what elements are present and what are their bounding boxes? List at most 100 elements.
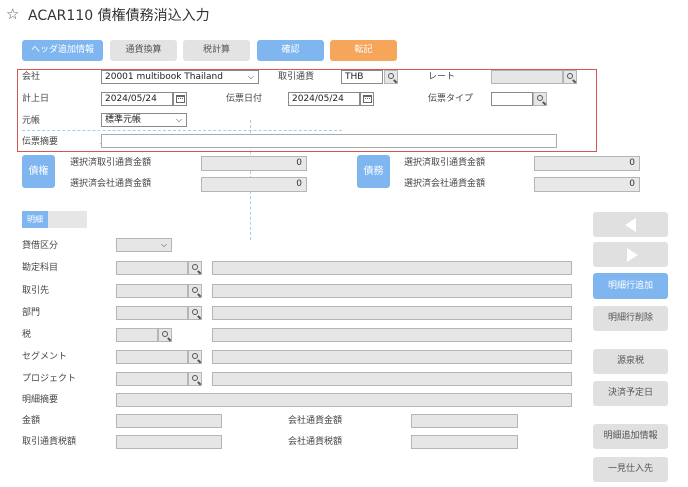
project-search-button[interactable] <box>188 372 202 386</box>
payable-badge: 債務 <box>357 155 390 188</box>
tax-name-input <box>212 328 572 342</box>
receivable-sel-company-value: 0 <box>201 177 307 192</box>
bulk-vendor-button[interactable]: 一見仕入先 <box>593 457 668 482</box>
txn-tax-amount-label: 取引通貨税額 <box>22 437 77 447</box>
slip-date-label: 伝票日付 <box>226 94 263 104</box>
project-name-input <box>212 372 572 386</box>
search-icon <box>192 287 198 293</box>
account-name-input <box>212 261 572 275</box>
line-memo-input <box>116 393 572 407</box>
slip-memo-input[interactable] <box>101 134 557 148</box>
receivable-sel-txn-value: 0 <box>201 156 307 171</box>
partner-name-input <box>212 284 572 298</box>
search-icon <box>567 73 573 79</box>
tax-calc-button[interactable]: 税計算 <box>183 40 250 61</box>
next-line-button[interactable] <box>593 242 668 267</box>
department-search-button[interactable] <box>188 306 202 320</box>
tab-detail-spacer <box>48 211 87 228</box>
debit-credit-label: 貸借区分 <box>22 241 59 251</box>
ledger-label: 元帳 <box>22 116 41 126</box>
posting-date-picker-button[interactable] <box>173 92 187 106</box>
project-code-input <box>116 372 188 386</box>
project-label: プロジェクト <box>22 374 77 384</box>
prev-line-button[interactable] <box>593 212 668 237</box>
payable-sel-txn-value: 0 <box>534 156 640 171</box>
ledger-select[interactable]: 標準元帳 ⌵ <box>101 113 187 127</box>
payable-sel-company-label: 選択済会社通貨金額 <box>404 179 486 189</box>
calendar-icon <box>176 95 185 103</box>
search-icon <box>537 95 543 101</box>
txn-currency-search-button[interactable] <box>384 70 398 84</box>
posting-date-label: 計上日 <box>22 94 50 104</box>
partner-search-button[interactable] <box>188 284 202 298</box>
search-icon <box>162 331 168 337</box>
posting-date-input[interactable]: 2024/05/24 <box>101 92 173 106</box>
calendar-icon <box>363 95 372 103</box>
company-currency-amount-input <box>411 414 518 428</box>
account-search-button[interactable] <box>188 261 202 275</box>
search-icon <box>192 264 198 270</box>
company-currency-amount-label: 会社通貨金額 <box>288 416 343 426</box>
page-title: ACAR110 債権債務消込入力 <box>28 8 210 24</box>
slip-date-input[interactable]: 2024/05/24 <box>288 92 360 106</box>
line-memo-label: 明細摘要 <box>22 395 59 405</box>
receivable-sel-txn-label: 選択済取引通貨金額 <box>70 158 152 168</box>
slip-type-label: 伝票タイプ <box>428 94 474 104</box>
ledger-select-value: 標準元帳 <box>105 115 142 125</box>
payable-sel-txn-label: 選択済取引通貨金額 <box>404 158 486 168</box>
tax-label: 税 <box>22 330 32 340</box>
txn-tax-amount-input <box>116 435 222 449</box>
department-name-input <box>212 306 572 320</box>
slip-memo-label: 伝票摘要 <box>22 137 59 147</box>
rate-input <box>491 70 563 84</box>
header-info-button[interactable]: ヘッダ追加情報 <box>22 40 103 61</box>
company-label: 会社 <box>22 72 41 82</box>
txn-currency-label: 取引通貨 <box>278 72 315 82</box>
slip-date-picker-button[interactable] <box>360 92 374 106</box>
account-code-input <box>116 261 188 275</box>
tax-search-button[interactable] <box>158 328 172 342</box>
segment-search-button[interactable] <box>188 350 202 364</box>
company-select-value: 20001 multibook Thailand <box>105 72 223 82</box>
search-icon <box>388 73 394 79</box>
currency-convert-button[interactable]: 通貨換算 <box>110 40 177 61</box>
confirm-button[interactable]: 確認 <box>257 40 324 61</box>
search-icon <box>192 375 198 381</box>
segment-label: セグメント <box>22 352 68 362</box>
tab-detail[interactable]: 明細 <box>22 211 48 228</box>
department-code-input <box>116 306 188 320</box>
debit-credit-select[interactable]: ⌵ <box>116 238 172 252</box>
line-info-button[interactable]: 明細追加情報 <box>593 424 668 449</box>
company-currency-tax-label: 会社通貨税額 <box>288 437 343 447</box>
add-line-button[interactable]: 明細行追加 <box>593 273 668 299</box>
arrow-left-icon <box>625 218 636 232</box>
chevron-down-icon: ⌵ <box>175 115 182 124</box>
arrow-right-icon <box>627 248 638 262</box>
withholding-tax-button[interactable]: 源泉税 <box>593 349 668 374</box>
search-icon <box>192 353 198 359</box>
company-currency-tax-input <box>411 435 518 449</box>
payable-sel-company-value: 0 <box>534 177 640 192</box>
department-label: 部門 <box>22 308 41 318</box>
segment-name-input <box>212 350 572 364</box>
chevron-down-icon: ⌵ <box>160 240 167 249</box>
amount-input <box>116 414 222 428</box>
settlement-date-button[interactable]: 決済予定日 <box>593 381 668 406</box>
delete-line-button[interactable]: 明細行削除 <box>593 306 668 331</box>
slip-type-input[interactable] <box>491 92 533 106</box>
receivable-badge: 債権 <box>22 155 55 188</box>
partner-code-input <box>116 284 188 298</box>
amount-label: 金額 <box>22 416 41 426</box>
chevron-down-icon: ⌵ <box>247 72 254 81</box>
txn-currency-input[interactable]: THB <box>341 70 383 84</box>
partner-label: 取引先 <box>22 286 50 296</box>
slip-type-search-button[interactable] <box>533 92 547 106</box>
favorite-star-icon[interactable]: ☆ <box>6 5 19 23</box>
receivable-sel-company-label: 選択済会社通貨金額 <box>70 179 152 189</box>
rate-search-button[interactable] <box>563 70 577 84</box>
rate-label: レート <box>428 72 456 82</box>
tax-code-input <box>116 328 158 342</box>
account-label: 勘定科目 <box>22 263 59 273</box>
company-select[interactable]: 20001 multibook Thailand ⌵ <box>101 70 259 84</box>
post-button[interactable]: 転記 <box>330 40 397 61</box>
